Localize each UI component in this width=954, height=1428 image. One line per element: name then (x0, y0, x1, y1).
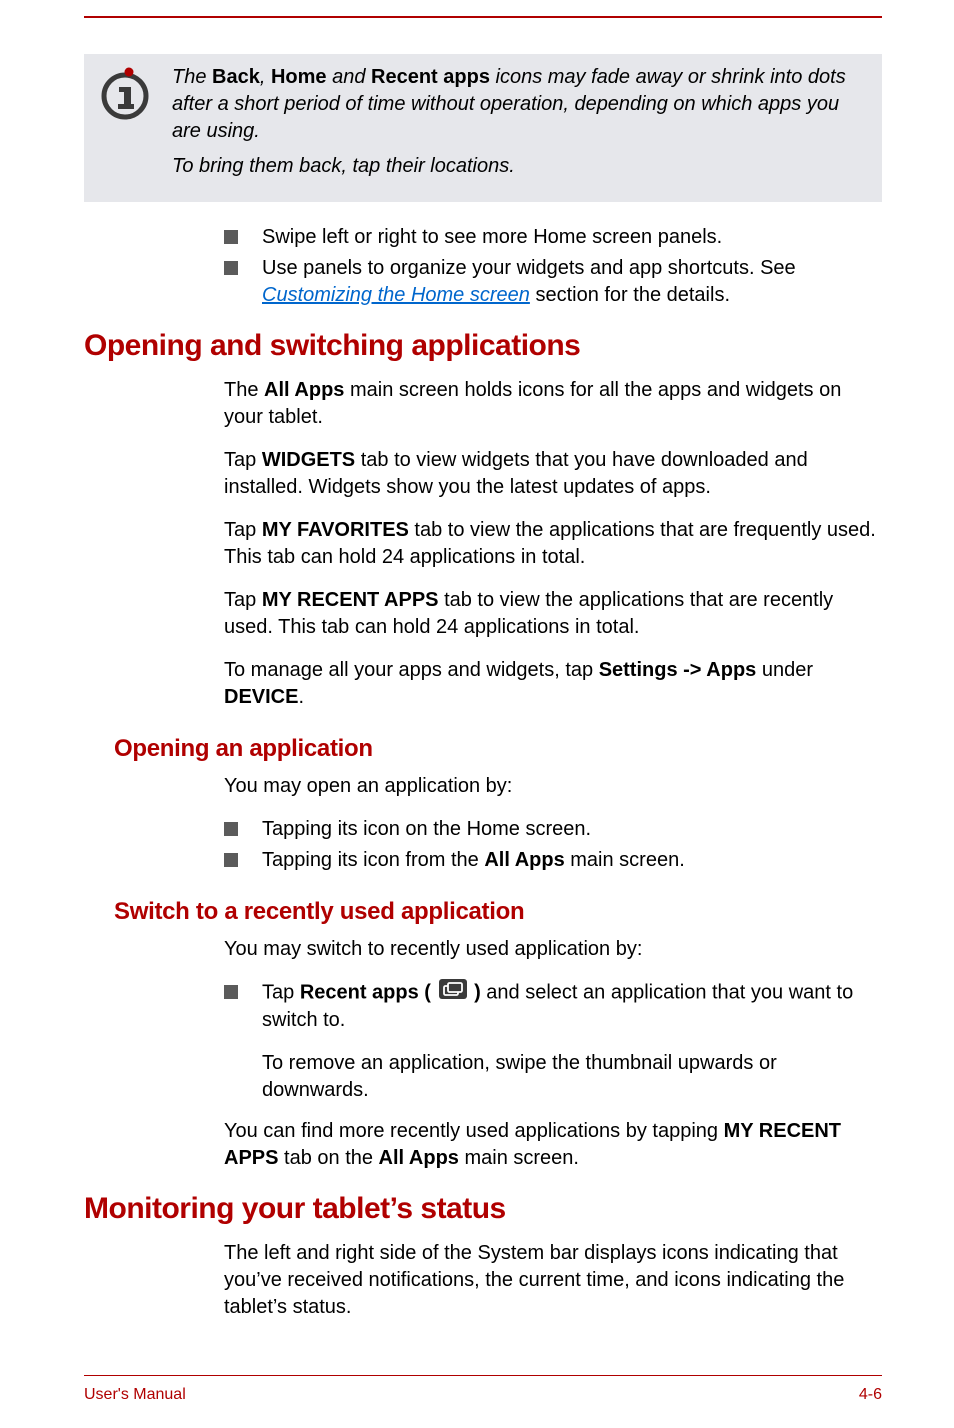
footer-left: User's Manual (84, 1386, 186, 1404)
list-item: Tapping its icon from the All Apps main … (224, 847, 882, 874)
heading-opening-application: Opening an application (114, 735, 882, 763)
paragraph: To manage all your apps and widgets, tap… (224, 657, 882, 711)
text-frag: Tap (224, 449, 262, 471)
bullet-text: Tap Recent apps ( ) and select an applic… (262, 979, 882, 1034)
bold-all-apps: All Apps (264, 379, 344, 401)
note-text-frag: , (260, 66, 271, 88)
note-line-2: To bring them back, tap their locations. (172, 153, 866, 180)
text-frag: To manage all your apps and widgets, tap (224, 659, 599, 681)
text-frag: You can find more recently used applicat… (224, 1120, 724, 1142)
note-bold-recent: Recent apps (371, 66, 490, 88)
bold-settings-apps: Settings -> Apps (599, 659, 757, 681)
paragraph: Tap MY FAVORITES tab to view the applica… (224, 517, 882, 571)
text-frag: main screen. (459, 1147, 579, 1169)
bold-device: DEVICE (224, 686, 298, 708)
home-panel-bullets: Swipe left or right to see more Home scr… (224, 224, 882, 309)
note-text: The Back, Home and Recent apps icons may… (172, 64, 866, 188)
paragraph: You may switch to recently used applicat… (224, 936, 882, 963)
text-frag: Tap (224, 589, 262, 611)
text-frag: main screen. (565, 849, 685, 871)
bullet-text: Use panels to organize your widgets and … (262, 255, 882, 309)
text-frag: Tap (224, 519, 262, 541)
bullet-icon (224, 822, 238, 836)
bold-all-apps: All Apps (484, 849, 564, 871)
bold-my-favorites: MY FAVORITES (262, 519, 409, 541)
bold-recent-apps-close: ) (469, 981, 481, 1003)
heading-switch-recent: Switch to a recently used application (114, 898, 882, 926)
customizing-home-screen-link[interactable]: Customizing the Home screen (262, 284, 530, 306)
text-frag: Tap (262, 981, 300, 1003)
list-item: Swipe left or right to see more Home scr… (224, 224, 882, 251)
text-frag: Use panels to organize your widgets and … (262, 257, 796, 279)
bullet-text: Swipe left or right to see more Home scr… (262, 224, 722, 251)
bullet-icon (224, 853, 238, 867)
note-bold-back: Back (212, 66, 260, 88)
list-item: Tapping its icon on the Home screen. (224, 816, 882, 843)
sub-paragraph: To remove an application, swipe the thum… (262, 1050, 882, 1104)
open-app-bullets: Tapping its icon on the Home screen. Tap… (224, 816, 882, 874)
paragraph: Tap WIDGETS tab to view widgets that you… (224, 447, 882, 501)
text-frag: . (298, 686, 304, 708)
paragraph: The left and right side of the System ba… (224, 1240, 882, 1321)
note-box: The Back, Home and Recent apps icons may… (84, 54, 882, 202)
footer-page-number: 4-6 (859, 1386, 882, 1404)
paragraph: The All Apps main screen holds icons for… (224, 377, 882, 431)
bold-widgets: WIDGETS (262, 449, 355, 471)
heading-opening-switching: Opening and switching applications (84, 329, 882, 363)
bold-all-apps: All Apps (379, 1147, 459, 1169)
recent-apps-icon (439, 979, 467, 1007)
switch-recent-bullets: Tap Recent apps ( ) and select an applic… (224, 979, 882, 1034)
paragraph: You can find more recently used applicat… (224, 1118, 882, 1172)
text-frag: Tapping its icon from the (262, 849, 484, 871)
note-text-frag: and (327, 66, 371, 88)
list-item: Use panels to organize your widgets and … (224, 255, 882, 309)
heading-monitoring-status: Monitoring your tablet’s status (84, 1192, 882, 1226)
bullet-icon (224, 230, 238, 244)
bullet-text: Tapping its icon on the Home screen. (262, 816, 591, 843)
page-footer: User's Manual 4-6 (84, 1375, 882, 1404)
paragraph: Tap MY RECENT APPS tab to view the appli… (224, 587, 882, 641)
text-frag: tab on the (278, 1147, 378, 1169)
info-icon (100, 64, 150, 188)
bullet-icon (224, 985, 238, 999)
text-frag: under (756, 659, 813, 681)
note-text-frag: The (172, 66, 212, 88)
bold-my-recent-apps: MY RECENT APPS (262, 589, 439, 611)
bullet-text: Tapping its icon from the All Apps main … (262, 847, 685, 874)
bold-recent-apps-open: Recent apps ( (300, 981, 437, 1003)
list-item: Tap Recent apps ( ) and select an applic… (224, 979, 882, 1034)
page-container: The Back, Home and Recent apps icons may… (0, 0, 954, 1428)
header-rule (84, 16, 882, 18)
text-frag: The (224, 379, 264, 401)
paragraph: You may open an application by: (224, 773, 882, 800)
note-bold-home: Home (271, 66, 327, 88)
bullet-icon (224, 261, 238, 275)
text-frag: section for the details. (530, 284, 730, 306)
